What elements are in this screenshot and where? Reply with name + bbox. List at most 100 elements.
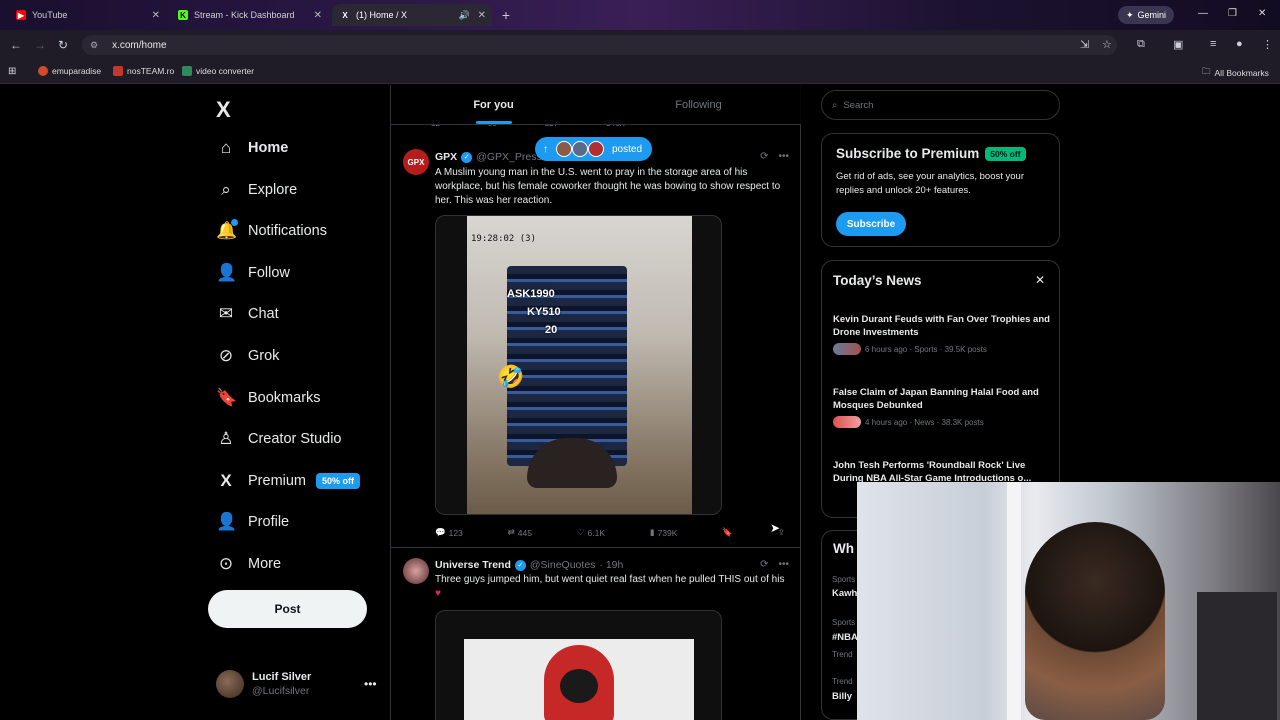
grok-icon: ⊘ bbox=[218, 346, 234, 365]
new-posts-pill[interactable]: ↑ posted bbox=[535, 137, 653, 161]
search-icon: ⌕ bbox=[221, 180, 231, 199]
close-icon[interactable]: ✕ bbox=[478, 10, 486, 21]
creator-icon: ♙ bbox=[218, 429, 234, 448]
reply-count: 123 bbox=[448, 527, 463, 538]
author-name[interactable]: GPX bbox=[435, 151, 457, 163]
trend-category: Sports bbox=[832, 618, 856, 627]
apps-icon[interactable]: ⊞ bbox=[8, 66, 16, 77]
nav-explore[interactable]: ⌕ Explore bbox=[216, 175, 297, 205]
avatar bbox=[588, 141, 604, 157]
nav-bookmarks[interactable]: 🔖 Bookmarks bbox=[216, 383, 321, 413]
more-icon[interactable]: ••• bbox=[778, 559, 789, 570]
address-bar[interactable]: ⚙ x.com/home bbox=[82, 35, 1117, 55]
site-info-icon[interactable]: ⚙ bbox=[90, 40, 98, 51]
news-item[interactable]: False Claim of Japan Banning Halal Food … bbox=[833, 386, 1053, 428]
post-time[interactable]: · 19h bbox=[599, 559, 623, 571]
reply-icon: 💬 bbox=[435, 527, 446, 537]
premium-title: Subscribe to Premium bbox=[836, 146, 980, 161]
trend-category: Trend bbox=[832, 650, 853, 659]
nav-more[interactable]: ⊙ More bbox=[216, 549, 281, 579]
more-options-icon[interactable]: ••• bbox=[364, 677, 377, 691]
close-icon[interactable]: ✕ bbox=[152, 10, 160, 21]
reload-icon[interactable]: ↻ bbox=[58, 38, 68, 52]
repost-button[interactable]: ⇄ 445 bbox=[508, 527, 532, 538]
tab-following[interactable]: Following bbox=[596, 85, 801, 124]
account-switcher[interactable]: Lucif Silver @Lucifsilver bbox=[216, 670, 311, 698]
avatar bbox=[572, 141, 588, 157]
all-bookmarks-label: All Bookmarks bbox=[1214, 68, 1269, 78]
nav-follow[interactable]: 👤 Follow bbox=[216, 258, 290, 288]
grok-icon[interactable]: ⟳ bbox=[760, 151, 768, 162]
tweet-text: Three guys jumped him, but went quiet re… bbox=[435, 574, 785, 585]
forward-icon[interactable]: → bbox=[34, 38, 46, 52]
home-icon: ⌂ bbox=[220, 138, 232, 157]
converter-icon bbox=[182, 66, 192, 76]
extensions-icon[interactable]: ⧉ bbox=[1137, 38, 1145, 51]
tab-youtube[interactable]: ▶ YouTube ✕ bbox=[8, 4, 166, 26]
tweet-video[interactable]: 19:28:02 (3) ASK1990 KY510 20 🤣 bbox=[435, 215, 722, 515]
kebab-menu-icon[interactable]: ⋮ bbox=[1262, 38, 1273, 51]
reply-button[interactable]: 💬 123 bbox=[435, 527, 463, 538]
premium-description: Get rid of ads, see your analytics, boos… bbox=[836, 171, 1024, 196]
news-item[interactable]: Kevin Durant Feuds with Fan Over Trophie… bbox=[833, 313, 1053, 355]
tab-x-home[interactable]: X (1) Home / X 🔊 ✕ bbox=[332, 4, 492, 26]
nav-grok[interactable]: ⊘ Grok bbox=[216, 341, 280, 371]
news-title: Today’s News bbox=[833, 273, 922, 288]
bookmark-video-converter[interactable]: video converter bbox=[182, 66, 254, 76]
tweet[interactable]: Universe Trend ✓ @SineQuotes · 19h ⟳ •••… bbox=[391, 548, 801, 720]
overlay-text: ASK1990 bbox=[507, 288, 555, 300]
close-window-icon[interactable]: ✕ bbox=[1258, 8, 1266, 19]
account-handle: @Lucifsilver bbox=[252, 685, 310, 697]
nav-home[interactable]: ⌂ Home bbox=[216, 133, 288, 163]
maximize-icon[interactable]: ❐ bbox=[1228, 8, 1237, 19]
grok-icon[interactable]: ⟳ bbox=[760, 559, 768, 570]
avatar[interactable]: GPX bbox=[403, 149, 429, 175]
profile-avatar-icon[interactable]: ● bbox=[1236, 38, 1243, 50]
author-handle[interactable]: @GPX_Press bbox=[476, 151, 542, 163]
trend-name[interactable]: #NBA bbox=[832, 632, 858, 643]
close-icon[interactable]: ✕ bbox=[314, 10, 322, 21]
nav-notifications[interactable]: 🔔 Notifications bbox=[216, 216, 327, 246]
trend-name[interactable]: Kawh bbox=[832, 588, 857, 599]
author-handle[interactable]: @SineQuotes bbox=[530, 559, 596, 571]
nav-creator-studio[interactable]: ♙ Creator Studio bbox=[216, 424, 341, 454]
star-icon[interactable]: ☆ bbox=[1102, 38, 1112, 51]
x-logo[interactable]: X bbox=[216, 97, 231, 123]
bookmark-emuparadise[interactable]: emuparadise bbox=[38, 66, 101, 76]
sidepanel-icon[interactable]: ▣ bbox=[1173, 38, 1183, 51]
install-icon[interactable]: ⇲ bbox=[1080, 38, 1089, 51]
shelf bbox=[1197, 592, 1277, 720]
author-name[interactable]: Universe Trend bbox=[435, 559, 511, 571]
bookmark-nosteam[interactable]: nosTEAM.ro bbox=[113, 66, 174, 76]
close-icon[interactable]: ✕ bbox=[1035, 273, 1045, 287]
tab-for-you[interactable]: For you bbox=[391, 85, 596, 124]
views-button[interactable]: ▮ 739K bbox=[650, 527, 678, 538]
nav-profile[interactable]: 👤 Profile bbox=[216, 507, 289, 537]
media-icon[interactable]: ≡ bbox=[1210, 38, 1216, 50]
avatar[interactable] bbox=[403, 558, 429, 584]
subscribe-button[interactable]: Subscribe bbox=[836, 212, 906, 236]
browser-tab-bar: ▶ YouTube ✕ K Stream - Kick Dashboard ✕ … bbox=[0, 0, 1280, 30]
tab-title: (1) Home / X bbox=[356, 10, 408, 20]
like-button[interactable]: ♡ 6.1K bbox=[577, 527, 605, 538]
bookmark-button[interactable]: 🔖 bbox=[722, 527, 733, 538]
speaker-icon[interactable]: 🔊 bbox=[459, 10, 470, 21]
follow-icon: 👤 bbox=[216, 263, 238, 282]
more-icon[interactable]: ••• bbox=[778, 151, 789, 162]
trend-name[interactable]: Billy bbox=[832, 691, 852, 702]
tweet[interactable]: GPX GPX ✓ @GPX_Press ⟳ ••• A Muslim youn… bbox=[391, 141, 801, 545]
video-frame: 19:28:02 (3) ASK1990 KY510 20 🤣 bbox=[467, 216, 692, 514]
tweet-image[interactable] bbox=[435, 610, 722, 720]
nav-label: Premium bbox=[248, 473, 307, 489]
gemini-button[interactable]: ✦ Gemini bbox=[1118, 6, 1175, 24]
nav-premium[interactable]: X Premium 50% off bbox=[216, 466, 361, 496]
minimize-icon[interactable]: — bbox=[1198, 8, 1208, 19]
all-bookmarks[interactable]: 🗀 All Bookmarks bbox=[1202, 66, 1269, 80]
back-icon[interactable]: ← bbox=[10, 38, 22, 52]
tab-kick[interactable]: K Stream - Kick Dashboard ✕ bbox=[170, 4, 328, 26]
new-tab-button[interactable]: + bbox=[498, 7, 514, 23]
nav-chat[interactable]: ✉ Chat bbox=[216, 299, 279, 329]
heart-icon: ♡ bbox=[576, 527, 585, 537]
search-input[interactable]: ⌕ Search bbox=[821, 90, 1060, 120]
post-button[interactable]: Post bbox=[208, 590, 367, 628]
